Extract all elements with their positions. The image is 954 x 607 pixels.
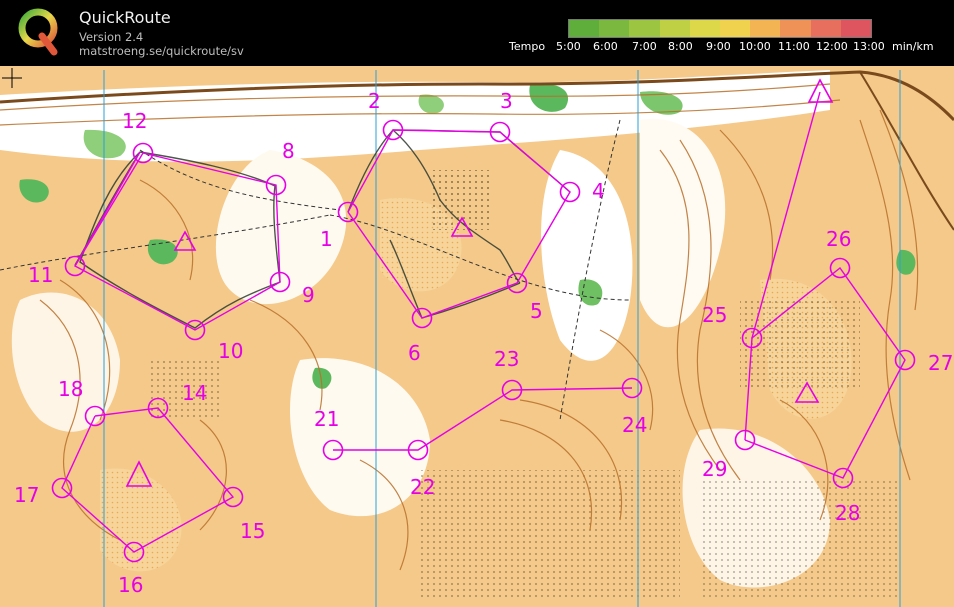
legend-tick: 10:00 bbox=[739, 40, 771, 53]
control-number-4: 4 bbox=[592, 179, 605, 203]
control-number-21: 21 bbox=[314, 407, 339, 431]
app-title: QuickRoute bbox=[79, 8, 171, 27]
pace-color-segment bbox=[780, 20, 811, 37]
pace-color-segment bbox=[810, 20, 841, 37]
control-number-25: 25 bbox=[702, 303, 727, 327]
header-bar: QuickRoute Version 2.4 matstroeng.se/qui… bbox=[0, 0, 954, 66]
legend-tick: 7:00 bbox=[632, 40, 657, 53]
control-number-2: 2 bbox=[368, 89, 381, 113]
control-number-29: 29 bbox=[702, 457, 727, 481]
pace-legend-labels: Tempo 5:00 6:00 7:00 8:00 9:00 10:00 11:… bbox=[504, 40, 954, 54]
legend-tick: 13:00 bbox=[853, 40, 885, 53]
control-number-14: 14 bbox=[182, 381, 207, 405]
pace-color-segment bbox=[840, 20, 872, 37]
control-number-10: 10 bbox=[218, 339, 243, 363]
control-number-28: 28 bbox=[835, 501, 860, 525]
control-number-1: 1 bbox=[320, 227, 333, 251]
control-number-11: 11 bbox=[28, 263, 53, 287]
legend-tick: 11:00 bbox=[778, 40, 810, 53]
control-number-23: 23 bbox=[494, 347, 519, 371]
pace-color-segment bbox=[720, 20, 751, 37]
map-background bbox=[0, 66, 954, 607]
legend-tick: 5:00 bbox=[556, 40, 581, 53]
control-number-15: 15 bbox=[240, 519, 265, 543]
pace-color-segment bbox=[629, 20, 660, 37]
legend-tick: 12:00 bbox=[816, 40, 848, 53]
app-url: matstroeng.se/quickroute/sv bbox=[79, 44, 244, 58]
control-number-18: 18 bbox=[58, 377, 83, 401]
control-number-27: 27 bbox=[928, 351, 953, 375]
control-number-17: 17 bbox=[14, 483, 39, 507]
control-number-12: 12 bbox=[122, 109, 147, 133]
orienteering-map[interactable]: 12 34568910111214151617182122232425262728… bbox=[0, 66, 954, 607]
control-number-8: 8 bbox=[282, 139, 295, 163]
legend-unit: min/km bbox=[892, 40, 934, 53]
app-version: Version 2.4 bbox=[79, 30, 144, 44]
pace-color-segment bbox=[569, 20, 600, 37]
pace-color-segment bbox=[659, 20, 690, 37]
control-number-24: 24 bbox=[622, 413, 647, 437]
legend-tick: 8:00 bbox=[668, 40, 693, 53]
control-number-22: 22 bbox=[410, 475, 435, 499]
control-number-6: 6 bbox=[408, 341, 421, 365]
control-number-5: 5 bbox=[530, 299, 543, 323]
pace-color-segment bbox=[689, 20, 721, 37]
pace-color-segment bbox=[599, 20, 630, 37]
quickroute-window: QuickRoute Version 2.4 matstroeng.se/qui… bbox=[0, 0, 954, 607]
pace-color-segment bbox=[750, 20, 781, 37]
legend-title: Tempo bbox=[509, 40, 546, 53]
control-number-16: 16 bbox=[118, 573, 143, 597]
control-number-26: 26 bbox=[826, 227, 851, 251]
legend-tick: 9:00 bbox=[706, 40, 731, 53]
quickroute-logo-icon bbox=[18, 8, 58, 56]
control-number-9: 9 bbox=[302, 283, 315, 307]
control-number-3: 3 bbox=[500, 89, 513, 113]
pace-color-scale bbox=[568, 19, 872, 38]
legend-tick: 6:00 bbox=[593, 40, 618, 53]
